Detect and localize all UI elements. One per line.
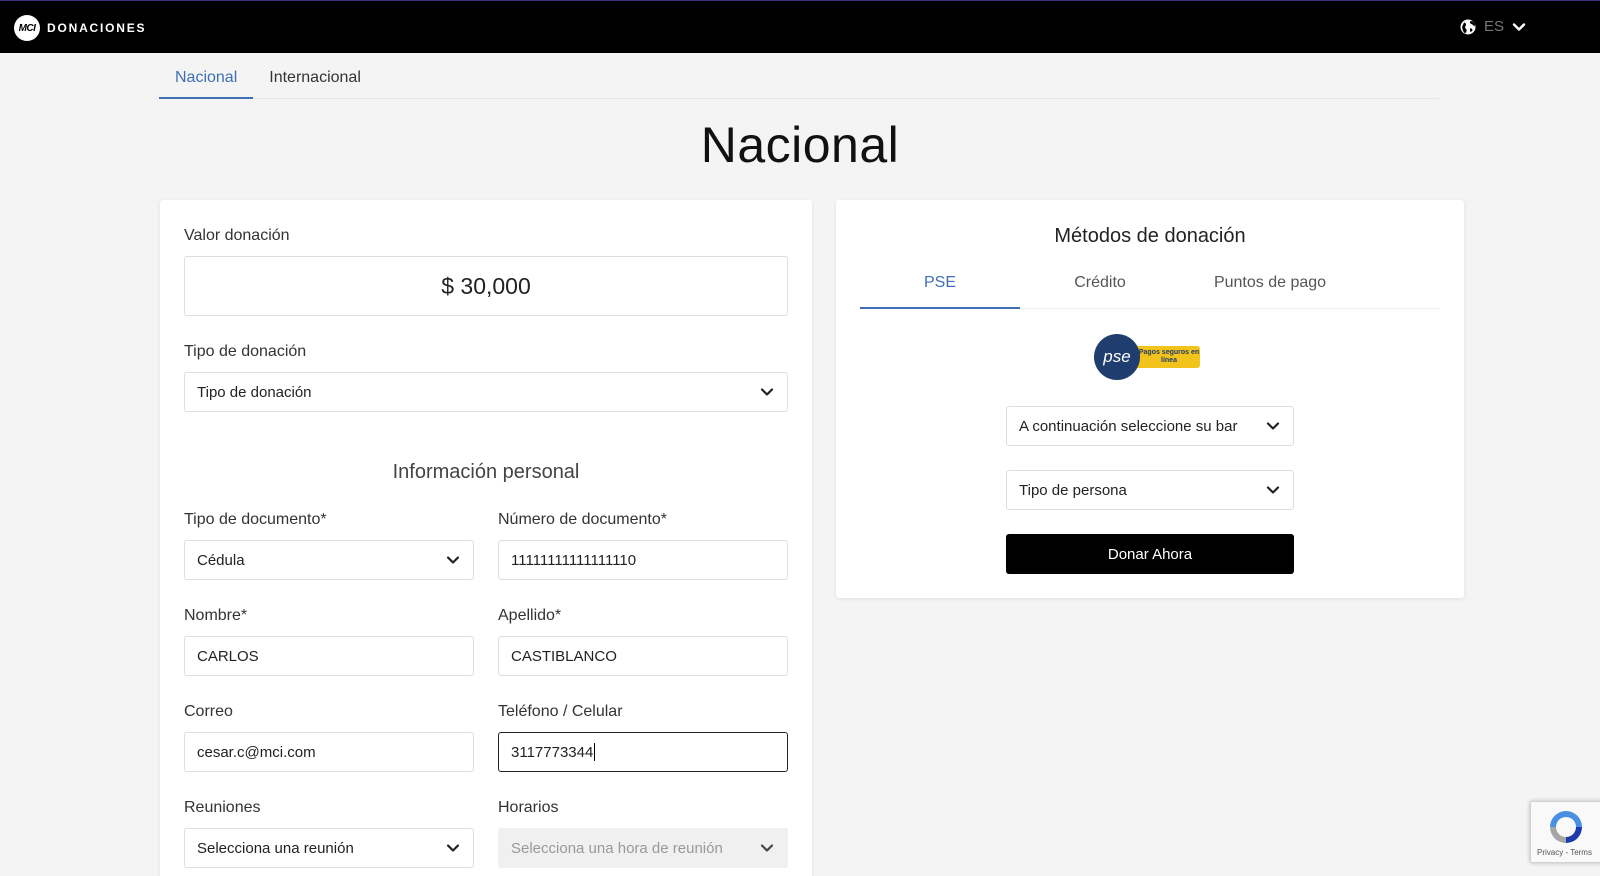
meetings-select[interactable]: Selecciona una reunión xyxy=(184,828,474,868)
donation-type-value: Tipo de donación xyxy=(197,383,312,401)
tab-puntos-de-pago[interactable]: Puntos de pago xyxy=(1180,262,1360,309)
pse-logo: pse Pagos seguros en línea xyxy=(1094,334,1204,380)
schedule-label: Horarios xyxy=(498,799,559,816)
chevron-down-icon xyxy=(760,388,774,396)
chevron-down-icon xyxy=(1266,422,1280,430)
pse-logo-mark: pse xyxy=(1094,334,1140,380)
amount-label: Valor donación xyxy=(184,227,290,244)
language-label: ES xyxy=(1483,18,1504,35)
recaptcha-links[interactable]: Privacy - Terms xyxy=(1537,848,1592,857)
first-name-input[interactable]: CARLOS xyxy=(184,636,474,676)
doc-type-select[interactable]: Cédula xyxy=(184,540,474,580)
logo-mark: MCI xyxy=(14,15,40,41)
phone-label: Teléfono / Celular xyxy=(498,703,623,720)
text-cursor xyxy=(594,743,596,761)
doc-number-label: Número de documento* xyxy=(498,511,667,528)
chevron-down-icon xyxy=(1512,22,1526,31)
personal-info-title: Información personal xyxy=(392,461,580,483)
last-name-input[interactable]: CASTIBLANCO xyxy=(498,636,788,676)
bank-select-value: A continuación seleccione su bar xyxy=(1019,417,1238,435)
meetings-label: Reuniones xyxy=(184,799,261,816)
last-name-label: Apellido* xyxy=(498,607,562,624)
globe-icon xyxy=(1460,19,1476,34)
donation-type-label: Tipo de donación xyxy=(184,343,307,360)
pse-tagline: Pagos seguros en línea xyxy=(1132,346,1200,368)
tab-nacional[interactable]: Nacional xyxy=(159,56,254,99)
amount-input[interactable]: $ 30,000 xyxy=(184,256,788,316)
email-input[interactable]: cesar.c@mci.com xyxy=(184,732,474,772)
donation-type-select[interactable]: Tipo de donación xyxy=(184,372,788,412)
method-tabs: PSE Crédito Puntos de pago xyxy=(860,262,1440,309)
phone-value: 3117773344 xyxy=(511,743,594,761)
chevron-down-icon xyxy=(760,844,774,852)
person-type-select[interactable]: Tipo de persona xyxy=(1006,470,1294,510)
bank-select[interactable]: A continuación seleccione su bar xyxy=(1006,406,1294,446)
phone-input[interactable]: 3117773344 xyxy=(498,732,788,772)
donation-methods-card: Métodos de donación PSE Crédito Puntos d… xyxy=(836,200,1464,598)
schedule-value: Selecciona una hora de reunión xyxy=(511,839,723,857)
tab-pse[interactable]: PSE xyxy=(860,262,1020,309)
doc-number-input[interactable]: 11111111111111110 xyxy=(498,540,788,580)
doc-type-label: Tipo de documento* xyxy=(184,511,327,528)
doc-type-value: Cédula xyxy=(197,551,245,569)
donation-region-tabs: Nacional Internacional xyxy=(159,56,1439,99)
logo[interactable]: MCI DONACIONES xyxy=(14,15,146,41)
recaptcha-badge[interactable]: Privacy - Terms xyxy=(1530,801,1600,863)
methods-title: Métodos de donación xyxy=(1054,225,1246,247)
top-bar: MCI DONACIONES ES xyxy=(0,0,1600,53)
app-name: DONACIONES xyxy=(47,21,147,35)
chevron-down-icon xyxy=(1266,486,1280,494)
donate-now-button[interactable]: Donar Ahora xyxy=(1006,534,1294,574)
first-name-label: Nombre* xyxy=(184,607,248,624)
chevron-down-icon xyxy=(446,556,460,564)
tab-credito[interactable]: Crédito xyxy=(1020,262,1180,309)
email-label: Correo xyxy=(184,703,233,720)
person-type-value: Tipo de persona xyxy=(1019,481,1127,499)
schedule-select[interactable]: Selecciona una hora de reunión xyxy=(498,828,788,868)
language-selector[interactable]: ES xyxy=(1460,18,1526,35)
meetings-value: Selecciona una reunión xyxy=(197,839,354,857)
tab-internacional[interactable]: Internacional xyxy=(253,56,377,99)
recaptcha-icon xyxy=(1550,811,1582,843)
donation-form-card: Valor donación $ 30,000 Tipo de donación… xyxy=(160,200,812,876)
chevron-down-icon xyxy=(446,844,460,852)
page-title: Nacional xyxy=(700,117,900,173)
